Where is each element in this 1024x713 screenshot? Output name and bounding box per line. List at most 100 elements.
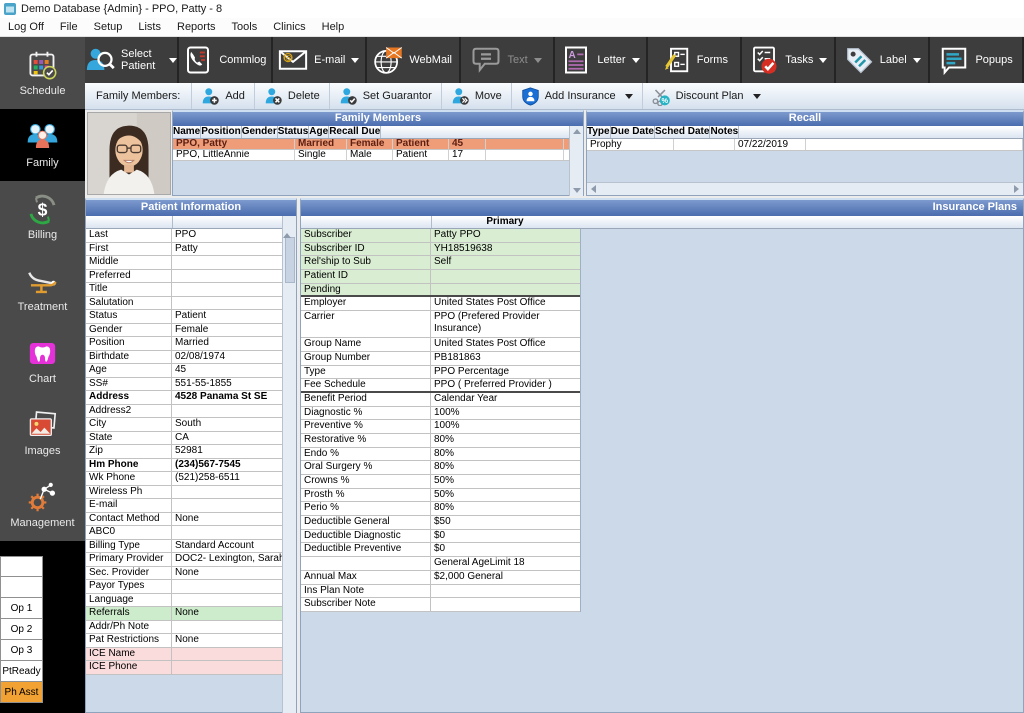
table-row[interactable]: Carrier PPO (Prefered Provider Insurance…: [301, 311, 580, 338]
table-row[interactable]: Gender Female: [86, 324, 284, 338]
set-guarantor-button[interactable]: Set Guarantor: [329, 83, 441, 109]
sidebar-item-chart[interactable]: Chart: [0, 325, 85, 397]
table-row[interactable]: Crowns % 50%: [301, 475, 580, 489]
table-row[interactable]: City South: [86, 418, 284, 432]
table-row[interactable]: Perio % 80%: [301, 502, 580, 516]
table-row[interactable]: Address 4528 Panama St SE: [86, 391, 284, 405]
table-row[interactable]: Ins Plan Note: [301, 585, 580, 599]
vertical-scrollbar[interactable]: [569, 126, 583, 196]
table-row[interactable]: Prosth % 50%: [301, 489, 580, 503]
table-row[interactable]: PPO, Patty Married Female Patient 45: [173, 139, 569, 150]
table-row[interactable]: PPO, LittleAnnie Single Male Patient 17: [173, 150, 569, 161]
sidebar-item-billing[interactable]: Billing: [0, 181, 85, 253]
table-row[interactable]: Birthdate 02/08/1974: [86, 351, 284, 365]
sidebar-item-images[interactable]: Images: [0, 397, 85, 469]
table-row[interactable]: Employer United States Post Office: [301, 297, 580, 311]
column-header[interactable]: Position: [201, 126, 241, 138]
operatory-cell[interactable]: Op 2: [0, 619, 43, 640]
table-row[interactable]: Age 45: [86, 364, 284, 378]
text-button[interactable]: Text: [461, 37, 555, 83]
table-row[interactable]: ICE Name: [86, 648, 284, 662]
add-insurance-button[interactable]: Add Insurance: [511, 83, 642, 109]
table-row[interactable]: Subscriber Patty PPO: [301, 229, 580, 243]
menu-item[interactable]: Setup: [86, 18, 131, 36]
table-row[interactable]: Status Patient: [86, 310, 284, 324]
letter-button[interactable]: Letter: [555, 37, 649, 83]
forms-button[interactable]: Forms: [648, 37, 742, 83]
label-button[interactable]: Label: [836, 37, 930, 83]
table-row[interactable]: Wk Phone (521)258-6511: [86, 472, 284, 486]
column-header[interactable]: Gender: [242, 126, 278, 138]
table-row[interactable]: ABC0: [86, 526, 284, 540]
column-header[interactable]: Notes: [710, 126, 739, 138]
email-button[interactable]: E-mail: [273, 37, 367, 83]
column-header[interactable]: Type: [587, 126, 611, 138]
table-row[interactable]: SS# 551-55-1855: [86, 378, 284, 392]
table-row[interactable]: Contact Method None: [86, 513, 284, 527]
sidebar-item-family[interactable]: Family: [0, 109, 85, 181]
table-row[interactable]: Zip 52981: [86, 445, 284, 459]
table-row[interactable]: Prophy 07/22/2019: [587, 139, 1023, 151]
sidebar-item-management[interactable]: Management: [0, 469, 85, 541]
table-row[interactable]: Billing Type Standard Account: [86, 540, 284, 554]
move-button[interactable]: Move: [441, 83, 511, 109]
table-row[interactable]: Position Married: [86, 337, 284, 351]
table-row[interactable]: Diagnostic % 100%: [301, 407, 580, 421]
operatory-cell[interactable]: Ph Asst: [0, 682, 43, 703]
table-row[interactable]: Referrals None: [86, 607, 284, 621]
menu-item[interactable]: Help: [314, 18, 353, 36]
column-header[interactable]: Name: [173, 126, 201, 138]
commlog-button[interactable]: Commlog: [179, 37, 273, 83]
table-row[interactable]: Addr/Ph Note: [86, 621, 284, 635]
table-row[interactable]: Hm Phone (234)567-7545: [86, 459, 284, 473]
table-row[interactable]: Last PPO: [86, 229, 284, 243]
table-row[interactable]: Middle: [86, 256, 284, 270]
table-row[interactable]: Group Name United States Post Office: [301, 338, 580, 352]
table-row[interactable]: Type PPO Percentage: [301, 366, 580, 380]
add-family-member-button[interactable]: Add: [191, 83, 254, 109]
scroll-left-icon[interactable]: [591, 185, 596, 193]
scroll-up-icon[interactable]: [283, 216, 291, 238]
table-row[interactable]: Deductible Diagnostic $0: [301, 530, 580, 544]
table-row[interactable]: Group Number PB181863: [301, 352, 580, 366]
column-header[interactable]: Age: [309, 126, 329, 138]
table-row[interactable]: Pat Restrictions None: [86, 634, 284, 648]
operatory-cell[interactable]: PtReady: [0, 661, 43, 682]
table-row[interactable]: Patient ID: [301, 270, 580, 284]
primary-column-header[interactable]: Primary: [431, 216, 579, 228]
table-row[interactable]: Oral Surgery % 80%: [301, 461, 580, 475]
table-row[interactable]: Primary Provider DOC2- Lexington, Sarah: [86, 553, 284, 567]
table-row[interactable]: State CA: [86, 432, 284, 446]
table-row[interactable]: First Patty: [86, 243, 284, 257]
table-row[interactable]: Preventive % 100%: [301, 420, 580, 434]
select-patient-button[interactable]: Select Patient: [85, 37, 179, 83]
vertical-scrollbar[interactable]: [282, 216, 296, 713]
sidebar-item-treatment[interactable]: Treatment: [0, 253, 85, 325]
operatory-cell[interactable]: [0, 577, 43, 598]
operatory-cell[interactable]: [0, 556, 43, 577]
horizontal-scrollbar[interactable]: [587, 182, 1023, 195]
table-row[interactable]: Subscriber Note: [301, 598, 580, 612]
table-row[interactable]: E-mail: [86, 499, 284, 513]
table-row[interactable]: Payor Types: [86, 580, 284, 594]
table-row[interactable]: Language: [86, 594, 284, 608]
table-row[interactable]: Benefit Period Calendar Year: [301, 393, 580, 407]
table-row[interactable]: Fee Schedule PPO ( Preferred Provider ): [301, 379, 580, 393]
table-row[interactable]: Sec. Provider None: [86, 567, 284, 581]
table-row[interactable]: Annual Max $2,000 General: [301, 571, 580, 585]
popups-button[interactable]: Popups: [930, 37, 1024, 83]
table-row[interactable]: Wireless Ph: [86, 486, 284, 500]
table-row[interactable]: Deductible General $50: [301, 516, 580, 530]
scroll-right-icon[interactable]: [1014, 185, 1019, 193]
operatory-cell[interactable]: Op 1: [0, 598, 43, 619]
tasks-button[interactable]: Tasks: [742, 37, 836, 83]
menu-item[interactable]: Log Off: [0, 18, 52, 36]
table-row[interactable]: Rel'ship to Sub Self: [301, 256, 580, 270]
scrollbar-thumb[interactable]: [285, 237, 295, 283]
webmail-button[interactable]: WebMail: [367, 37, 461, 83]
discount-plan-button[interactable]: Discount Plan: [642, 83, 770, 109]
delete-family-member-button[interactable]: Delete: [254, 83, 329, 109]
table-row[interactable]: ICE Phone: [86, 661, 284, 675]
column-header[interactable]: Due Date: [611, 126, 655, 138]
column-header[interactable]: Status: [278, 126, 310, 138]
